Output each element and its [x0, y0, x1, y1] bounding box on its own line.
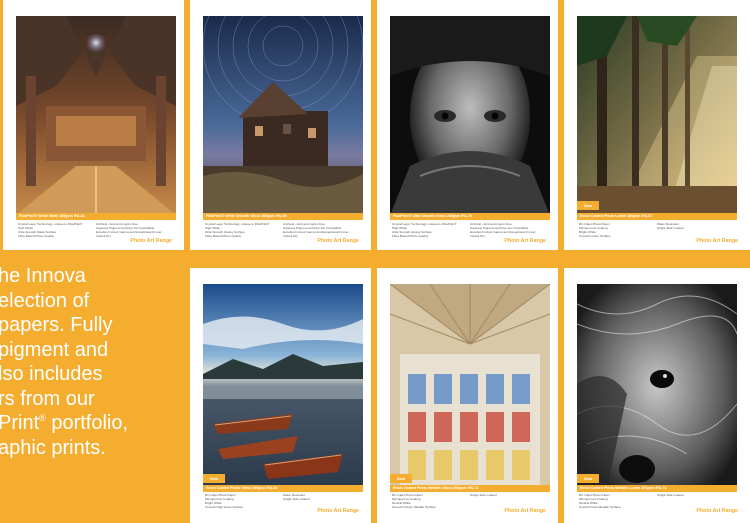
feature-list: RC Inkjet Photo Paper Single Side Coated… [579, 493, 729, 509]
product-card-ifa44[interactable]: FibaPrint® White Matte 285gsm IFA-44 Cry… [3, 0, 184, 250]
feature-list: Crystal Layer Technology, unique to Fiba… [18, 222, 168, 238]
intro-line: election of [0, 289, 90, 312]
range-label: Photo Art Range [317, 508, 359, 514]
forest-sunbeams-photo [577, 16, 737, 215]
feature-list: RC Inkjet Photo Paper Water Resistant Mi… [579, 222, 729, 238]
feature-item: Smooth Glossy Metallic Surface [392, 505, 436, 510]
product-name-bar: FibaPrint® White Matte 285gsm IFA-44 [16, 213, 176, 220]
product-card-ifa70[interactable]: FibaPrint® Ultra Smooth Gloss 285gsm IFA… [377, 0, 558, 250]
intro-text: he Innova election of papers. Fully pigm… [0, 264, 188, 460]
product-name-bar: FibaPrint® Ultra Smooth Gloss 285gsm IFA… [390, 213, 550, 220]
feature-item: Fibre Based Photo Quality [18, 234, 55, 239]
stained-glass-photo [390, 284, 550, 488]
new-badge: New [577, 201, 599, 210]
intro-line: pigment and [0, 338, 109, 361]
registered-mark: ® [39, 413, 46, 423]
product-name-bar: Resin Coated Photo Lustre 280gsm IFA-07 [577, 213, 737, 220]
intro-line: he Innova [0, 265, 86, 287]
new-badge: New [203, 474, 225, 483]
product-card-ifa08[interactable]: New Resin Coated Photo Gloss 280gsm IFA-… [190, 268, 371, 523]
product-name-bar: Resin Coated Photo Metallic Gloss 300gsm… [390, 485, 550, 492]
intro-line: rs from our [0, 387, 95, 410]
feature-item: Fibre Based Photo Quality [205, 234, 242, 239]
range-label: Photo Art Range [504, 238, 546, 244]
range-label: Photo Art Range [317, 238, 359, 244]
range-label: Photo Art Range [696, 508, 738, 514]
intro-line: papers. Fully [0, 314, 113, 336]
feature-list: Crystal Layer Technology, unique to Fiba… [205, 222, 355, 238]
feature-item: Smooth High Gloss Surface [205, 505, 244, 510]
new-badge: New [577, 474, 599, 483]
cathedral-interior-photo [16, 16, 176, 215]
feature-item: Smooth Pearl Metallic Surface [579, 505, 621, 510]
feature-item: Smooth Lustre Surface [579, 234, 611, 239]
feature-list: RC Inkjet Photo Paper Single Side Coated… [392, 493, 542, 509]
intro-line-portfolio: Print® portfolio, [0, 411, 188, 436]
night-house-photo [203, 16, 363, 215]
feature-item: Fibre Based Photo Quality [392, 234, 429, 239]
product-card-ifa71[interactable]: New Resin Coated Photo Metallic Gloss 30… [377, 268, 558, 523]
product-card-ifa07[interactable]: New Resin Coated Photo Lustre 280gsm IFA… [564, 0, 750, 250]
range-label: Photo Art Range [696, 238, 738, 244]
product-card-ifa69[interactable]: FibaPrint® White Smooth Gloss 300gsm IFA… [190, 0, 371, 250]
feature-list: Crystal Layer Technology, unique to Fiba… [392, 222, 542, 238]
intro-line: Print [0, 412, 40, 434]
dog-closeup-photo [577, 284, 737, 488]
feature-list: RC Inkjet Photo Paper Water Resistant Mi… [205, 493, 355, 509]
intro-line: lso includes [0, 363, 103, 385]
range-label: Photo Art Range [130, 238, 172, 244]
intro-line: aphic prints. [0, 436, 106, 459]
range-label: Photo Art Range [504, 508, 546, 514]
intro-line: portfolio, [51, 412, 129, 434]
new-badge: New [390, 474, 412, 483]
portrait-photo [390, 16, 550, 215]
product-name-bar: Resin Coated Photo Metallic Lustre 300gs… [577, 485, 737, 492]
lake-boats-photo [203, 284, 363, 488]
product-name-bar: FibaPrint® White Smooth Gloss 300gsm IFA… [203, 213, 363, 220]
product-card-ifa72[interactable]: New Resin Coated Photo Metallic Lustre 3… [564, 268, 750, 523]
product-name-bar: Resin Coated Photo Gloss 280gsm IFA-08 [203, 485, 363, 492]
